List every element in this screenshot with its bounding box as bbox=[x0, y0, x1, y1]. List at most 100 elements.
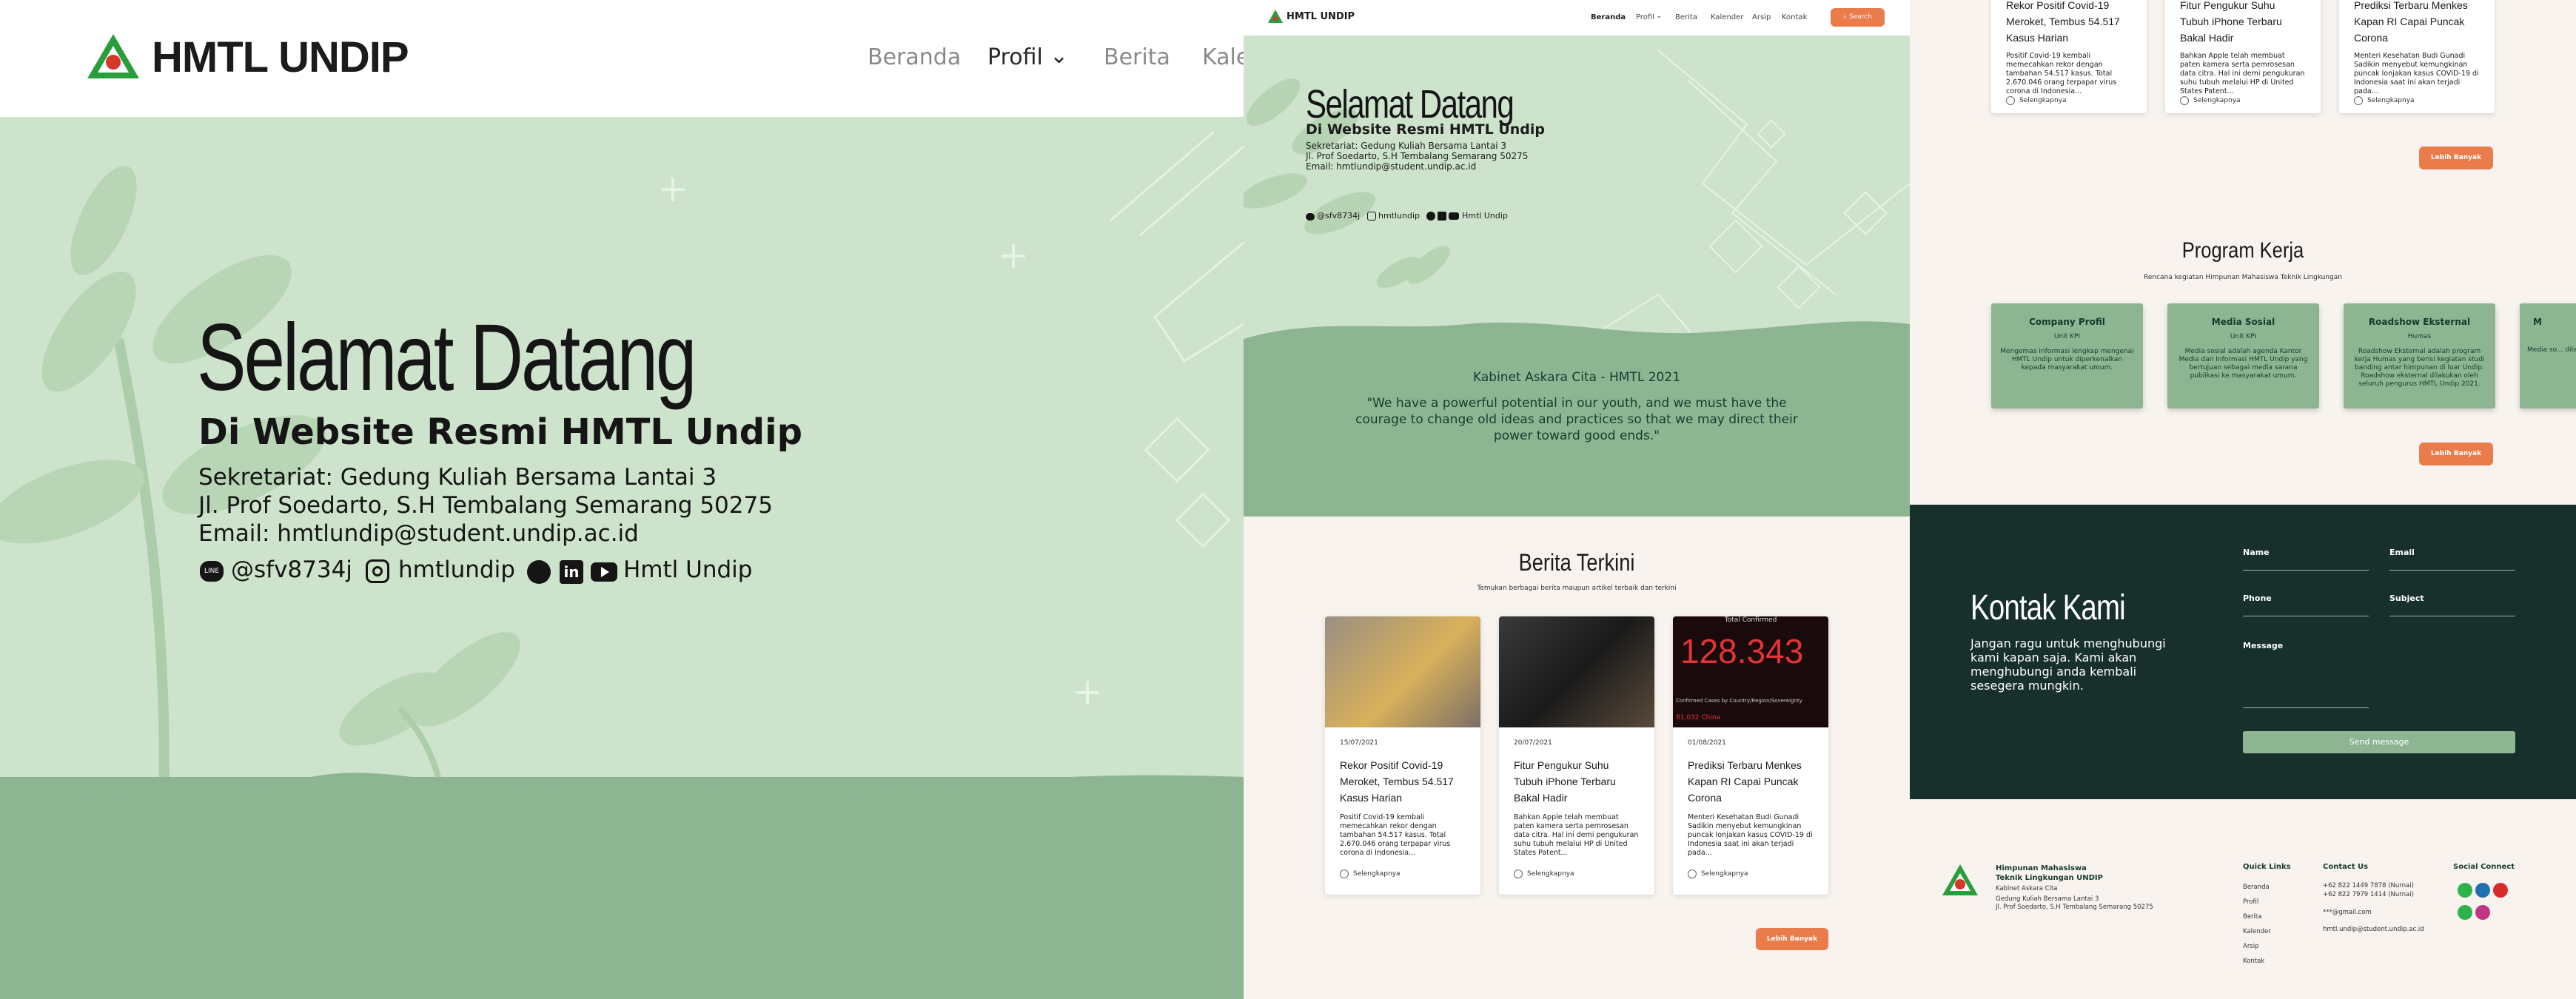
read-more-link[interactable]: Selengkapnya bbox=[1991, 96, 2147, 105]
read-more-label: Selengkapnya bbox=[2367, 97, 2415, 104]
news-date: 15/07/2021 bbox=[1340, 739, 1378, 747]
news-card[interactable]: 20/07/2021 Fitur Pengukur Suhu Tubuh iPh… bbox=[1499, 616, 1654, 895]
address-line-1: Sekretariat: Gedung Kuliah Bersama Lanta… bbox=[198, 464, 717, 491]
quick-link-berita[interactable]: Berita bbox=[2243, 913, 2261, 921]
linkedin-icon[interactable] bbox=[2475, 883, 2490, 898]
nav-berita[interactable]: Berita bbox=[1104, 44, 1170, 70]
instagram-icon[interactable] bbox=[366, 559, 389, 583]
spotify-icon[interactable] bbox=[2458, 905, 2472, 920]
news-card[interactable]: Total Confirmed 128.343 Confirmed Cases … bbox=[1673, 616, 1828, 895]
nav-profil[interactable]: Profil bbox=[987, 44, 1043, 70]
news-card[interactable]: Prediksi Terbaru Menkes Kapan RI Capai P… bbox=[2339, 0, 2495, 113]
nav-arsip[interactable]: Arsip bbox=[1752, 13, 1771, 21]
proker-card[interactable]: Media Sosial Unit KPI Media sosial adala… bbox=[2167, 303, 2319, 408]
chevron-down-icon[interactable]: ⌄ bbox=[1656, 12, 1662, 20]
proker-card-title: Media Sosial bbox=[2211, 317, 2275, 327]
news-date: 01/08/2021 bbox=[1688, 739, 1726, 747]
spotify-icon[interactable] bbox=[1426, 212, 1435, 221]
quick-link-kontak[interactable]: Kontak bbox=[2243, 958, 2264, 966]
proker-card-unit: Unit KPI bbox=[2053, 333, 2081, 340]
read-more-link[interactable]: Selengkapnya bbox=[1325, 870, 1480, 878]
read-more-link[interactable]: Selengkapnya bbox=[2339, 96, 2495, 105]
hero-title: Selamat Datang bbox=[1306, 82, 1515, 127]
proker-card-desc: Media sosial adalah agenda Kantor Media … bbox=[2178, 348, 2308, 380]
news-date: 20/07/2021 bbox=[1514, 739, 1552, 747]
news-image-phone bbox=[1499, 616, 1654, 727]
news-title-text[interactable]: Fitur Pengukur Suhu Tubuh iPhone Terbaru… bbox=[1499, 757, 1654, 806]
instagram-handle[interactable]: hmtlundip bbox=[398, 556, 515, 583]
youtube-channel[interactable]: Hmtl Undip bbox=[1462, 211, 1508, 221]
read-more-link[interactable]: Selengkapnya bbox=[2165, 96, 2321, 105]
line-icon[interactable] bbox=[1306, 213, 1315, 221]
youtube-icon[interactable] bbox=[2493, 883, 2508, 898]
line-icon[interactable] bbox=[2458, 883, 2472, 898]
read-more-link[interactable]: Selengkapnya bbox=[1673, 870, 1828, 878]
nav-beranda[interactable]: Beranda bbox=[1591, 13, 1626, 21]
news-title-text[interactable]: Prediksi Terbaru Menkes Kapan RI Capai P… bbox=[1673, 757, 1828, 806]
news-card[interactable]: Rekor Positif Covid-19 Meroket, Tembus 5… bbox=[1991, 0, 2147, 113]
line-id[interactable]: @sfv8734j bbox=[231, 556, 352, 583]
nav-berita[interactable]: Berita bbox=[1675, 13, 1697, 21]
nav-profil[interactable]: Profil bbox=[1636, 13, 1654, 21]
nav-beranda[interactable]: Beranda bbox=[868, 44, 961, 70]
search-button[interactable]: ⌕ Search bbox=[1831, 8, 1885, 27]
proker-more-button[interactable]: Lebih Banyak bbox=[2419, 443, 2493, 465]
brand-name[interactable]: HMTL UNDIP bbox=[1287, 11, 1355, 22]
instagram-handle[interactable]: hmtlundip bbox=[1378, 211, 1420, 221]
news-desc: Positif Covid-19 kembali memecahkan reko… bbox=[1340, 813, 1451, 857]
counter-caption: Confirmed Cases by Country/Region/Sovere… bbox=[1676, 698, 1802, 704]
nav-kontak[interactable]: Kontak bbox=[1782, 13, 1807, 21]
linkedin-icon[interactable] bbox=[1438, 212, 1446, 221]
quick-link-profil[interactable]: Profil bbox=[2243, 898, 2258, 906]
read-more-link[interactable]: Selengkapnya bbox=[1499, 870, 1654, 878]
news-title-text[interactable]: Fitur Pengukur Suhu Tubuh iPhone Terbaru… bbox=[2165, 0, 2321, 46]
counter-bottom: 81,032 China bbox=[1676, 714, 1721, 722]
contact-us-title: Contact Us bbox=[2323, 863, 2369, 871]
quote-text: "We have a powerful potential in our you… bbox=[1355, 396, 1798, 443]
news-title-text[interactable]: Rekor Positif Covid-19 Meroket, Tembus 5… bbox=[1991, 0, 2147, 46]
email-field[interactable] bbox=[2389, 570, 2515, 571]
proker-card[interactable]: M Media so... dilakukan... bersosia... bbox=[2520, 303, 2576, 408]
quick-link-arsip[interactable]: Arsip bbox=[2243, 943, 2259, 951]
youtube-icon[interactable] bbox=[1449, 212, 1459, 220]
news-more-button[interactable]: Lebih Banyak bbox=[2419, 147, 2493, 169]
proker-title: Program Kerja bbox=[2181, 238, 2304, 263]
home-page-panel: HMTL UNDIP Beranda Profil ⌄ Berita Kalen… bbox=[1244, 0, 1910, 999]
news-card[interactable]: 15/07/2021 Rekor Positif Covid-19 Meroke… bbox=[1325, 616, 1480, 895]
send-message-button[interactable]: Send message bbox=[2243, 731, 2515, 753]
brand-name[interactable]: HMTL UNDIP bbox=[152, 33, 409, 82]
proker-card[interactable]: Company Profil Unit KPI Mengemas informa… bbox=[1991, 303, 2143, 408]
name-field[interactable] bbox=[2243, 570, 2369, 571]
message-field[interactable] bbox=[2243, 707, 2369, 708]
phone-label: Phone bbox=[2243, 593, 2272, 603]
news-title-text[interactable]: Prediksi Terbaru Menkes Kapan RI Capai P… bbox=[2339, 0, 2495, 46]
footer-org-1: Himpunan Mahasiswa bbox=[1996, 864, 2087, 872]
news-card[interactable]: Fitur Pengukur Suhu Tubuh iPhone Terbaru… bbox=[2165, 0, 2321, 113]
proker-card-unit: Humas bbox=[2407, 333, 2432, 340]
email-line: Email: hmtlundip@student.undip.ac.id bbox=[1306, 161, 1477, 172]
news-more-button[interactable]: Lebih Banyak bbox=[1756, 928, 1828, 950]
footer-address-2: Jl. Prof Soedarto, S.H Tembalang Semaran… bbox=[1996, 904, 2153, 911]
proker-card[interactable]: Roadshow Eksternal Humas Roadshow Ekster… bbox=[2344, 303, 2495, 408]
footer-cabinet: Kabinet Askara Cita bbox=[1996, 885, 2058, 892]
youtube-channel[interactable]: Hmtl Undip bbox=[623, 556, 752, 583]
address-line-2: Jl. Prof Soedarto, S.H Tembalang Semaran… bbox=[1306, 151, 1529, 161]
quick-link-kalender[interactable]: Kalender bbox=[2243, 928, 2271, 936]
youtube-icon[interactable] bbox=[591, 562, 617, 582]
instagram-icon[interactable] bbox=[2475, 905, 2490, 920]
instagram-icon[interactable] bbox=[1367, 212, 1376, 221]
read-more-label: Selengkapnya bbox=[1527, 870, 1574, 878]
chevron-down-icon[interactable]: ⌄ bbox=[1050, 43, 1068, 69]
hero-zoom-panel: HMTL UNDIP Beranda Profil ⌄ Berita Kalen… bbox=[0, 0, 1244, 999]
quick-link-beranda[interactable]: Beranda bbox=[2243, 884, 2270, 892]
nav-kalender[interactable]: Kalender bbox=[1711, 13, 1743, 21]
nav-kalender[interactable]: Kalender bbox=[1202, 44, 1244, 70]
linkedin-icon[interactable]: in bbox=[560, 560, 583, 584]
scrolled-page-panel: Rekor Positif Covid-19 Meroket, Tembus 5… bbox=[1910, 0, 2576, 999]
footer-mail-1: ***@gmail.com bbox=[2323, 909, 2372, 916]
line-id[interactable]: @sfv8734j bbox=[1317, 211, 1360, 221]
line-icon[interactable]: LINE bbox=[200, 561, 224, 582]
news-title-text[interactable]: Rekor Positif Covid-19 Meroket, Tembus 5… bbox=[1325, 757, 1480, 806]
spotify-icon[interactable] bbox=[527, 560, 551, 584]
footer-phone-1: +62 822 1449 7878 (Nurnai) bbox=[2323, 882, 2414, 889]
